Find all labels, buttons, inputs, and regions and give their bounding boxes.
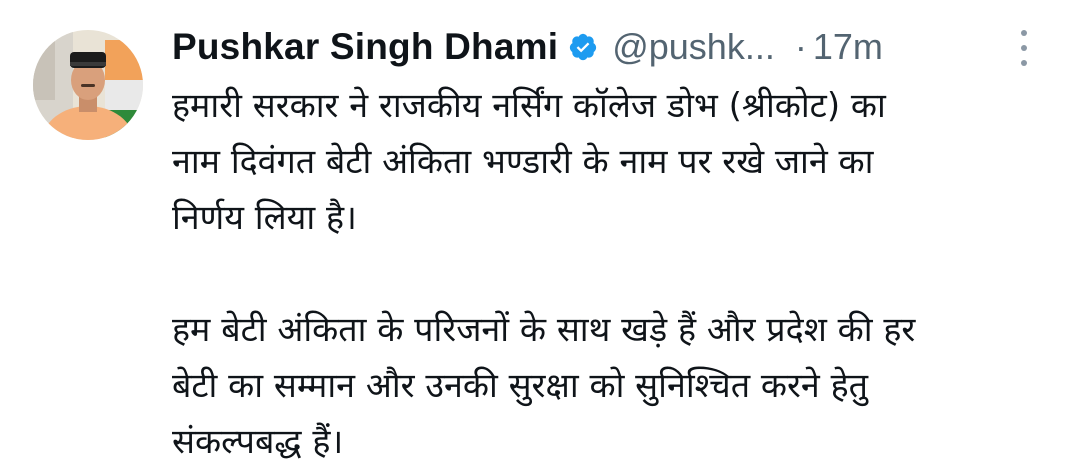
verified-badge-icon <box>568 32 598 62</box>
more-dot <box>1021 60 1027 66</box>
separator-dot: · <box>794 26 807 67</box>
tweet-timestamp[interactable]: 17m <box>813 26 883 68</box>
avatar[interactable] <box>33 30 143 140</box>
author-name[interactable]: Pushkar Singh Dhami <box>172 26 558 68</box>
author-handle[interactable]: @pushk... <box>612 26 775 68</box>
tweet[interactable]: Pushkar Singh Dhami @pushk... · 17m हमार… <box>0 0 1080 460</box>
tweet-text: हमारी सरकार ने राजकीय नर्सिंग कॉलेज डोभ … <box>172 78 1052 460</box>
more-dot <box>1021 45 1027 51</box>
tweet-line: निर्णय लिया है। <box>172 198 357 238</box>
tweet-line: नाम दिवंगत बेटी अंकिता भण्डारी के नाम पर… <box>172 142 874 182</box>
tweet-header: Pushkar Singh Dhami @pushk... · 17m <box>172 22 883 72</box>
tweet-line: संकल्पबद्ध हैं। <box>172 422 344 460</box>
more-options-icon[interactable] <box>1015 30 1033 66</box>
more-dot <box>1021 30 1027 36</box>
tweet-paragraph-2: हम बेटी अंकिता के परिजनों के साथ खड़े है… <box>172 302 1052 460</box>
tweet-line: हमारी सरकार ने राजकीय नर्सिंग कॉलेज डोभ … <box>172 86 886 126</box>
tweet-line: हम बेटी अंकिता के परिजनों के साथ खड़े है… <box>172 310 916 350</box>
tweet-line: बेटी का सम्मान और उनकी सुरक्षा को सुनिश्… <box>172 366 869 406</box>
tweet-paragraph-1: हमारी सरकार ने राजकीय नर्सिंग कॉलेज डोभ … <box>172 78 1052 246</box>
